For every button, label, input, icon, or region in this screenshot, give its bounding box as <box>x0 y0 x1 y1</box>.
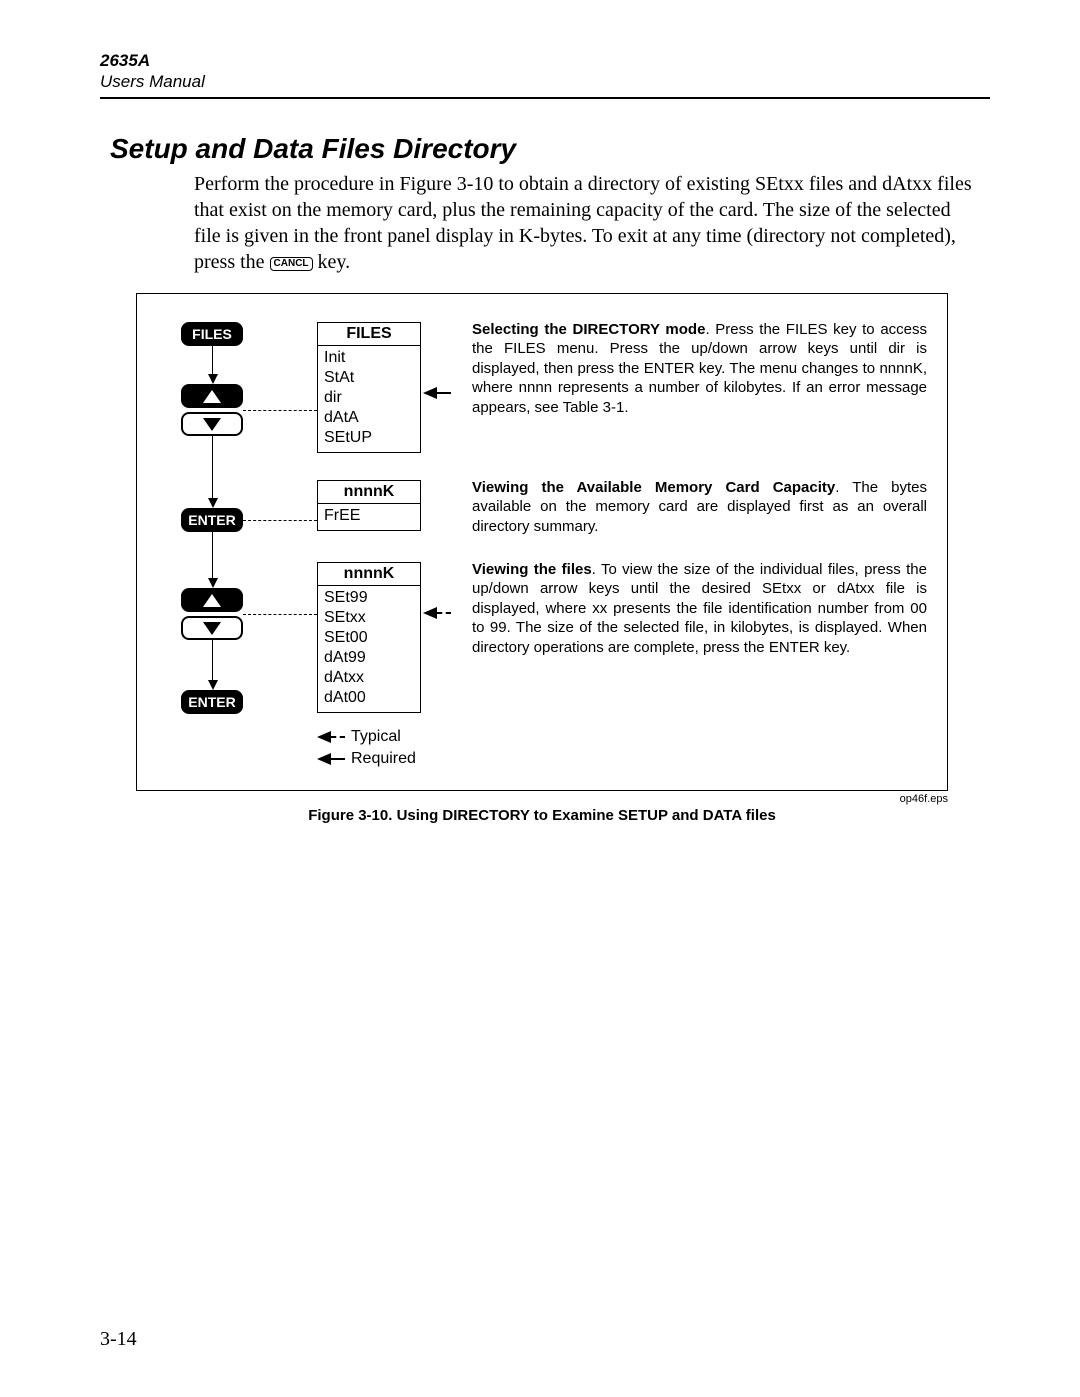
arrow-up-key <box>181 588 243 612</box>
legend-typical: Typical <box>351 728 401 746</box>
menu-item: dAtA <box>324 408 414 428</box>
figure-diagram: FILES ENTER ENTER <box>136 293 948 791</box>
arrow-down-key <box>181 616 243 640</box>
display-header: FILES <box>318 323 420 346</box>
file-item: dAt00 <box>324 688 414 708</box>
explain-lead: Viewing the Available Memory Card Capaci… <box>472 479 835 496</box>
explain-directory-mode: Selecting the DIRECTORY mode. Press the … <box>472 320 927 418</box>
arrow-down-icon <box>208 680 218 690</box>
eps-filename: op46f.eps <box>136 793 948 805</box>
file-item: dAtxx <box>324 668 414 688</box>
file-item: SEtxx <box>324 608 414 628</box>
files-key: FILES <box>181 322 243 346</box>
flow-line <box>212 532 213 578</box>
explain-capacity: Viewing the Available Memory Card Capaci… <box>472 478 927 537</box>
intro-paragraph: Perform the procedure in Figure 3-10 to … <box>194 171 982 275</box>
page-header: 2635A Users Manual <box>100 50 990 99</box>
display-free-capacity: nnnnK FrEE <box>317 480 421 531</box>
section-title: Setup and Data Files Directory <box>110 133 990 165</box>
display-header: nnnnK <box>318 563 420 586</box>
flow-line <box>212 640 213 680</box>
enter-key: ENTER <box>181 508 243 532</box>
intro-text-post: key. <box>313 251 351 273</box>
dashed-connector <box>243 614 317 615</box>
display-files-menu: FILES Init StAt dir dAtA SEtUP <box>317 322 421 453</box>
dashed-connector <box>243 410 317 411</box>
figure-caption: Figure 3-10. Using DIRECTORY to Examine … <box>136 807 948 824</box>
file-item: SEt99 <box>324 588 414 608</box>
file-item: SEt00 <box>324 628 414 648</box>
menu-item: SEtUP <box>324 428 414 448</box>
flow-line <box>212 436 213 498</box>
arrow-down-icon <box>208 374 218 384</box>
explain-lead: Viewing the files <box>472 561 592 578</box>
dashed-connector <box>243 520 317 521</box>
flow-line <box>212 346 213 374</box>
menu-item: Init <box>324 348 414 368</box>
required-arrow-icon <box>423 387 437 399</box>
arrow-up-key <box>181 384 243 408</box>
arrow-down-icon <box>208 578 218 588</box>
arrow-down-icon <box>208 498 218 508</box>
explain-viewing-files: Viewing the files. To view the size of t… <box>472 560 927 658</box>
model-number: 2635A <box>100 50 990 71</box>
explain-lead: Selecting the DIRECTORY mode <box>472 321 705 338</box>
cancl-key-icon: CANCL <box>270 257 313 271</box>
typical-arrow-icon <box>423 607 437 619</box>
menu-item: dir <box>324 388 414 408</box>
display-header: nnnnK <box>318 481 420 504</box>
display-file-list: nnnnK SEt99 SEtxx SEt00 dAt99 dAtxx dAt0… <box>317 562 421 713</box>
manual-subtitle: Users Manual <box>100 71 990 92</box>
page-number: 3-14 <box>100 1328 137 1351</box>
menu-item: StAt <box>324 368 414 388</box>
legend-required: Required <box>351 750 416 768</box>
file-item: dAt99 <box>324 648 414 668</box>
display-value: FrEE <box>324 506 414 526</box>
arrow-down-key <box>181 412 243 436</box>
enter-key: ENTER <box>181 690 243 714</box>
legend: Typical Required <box>317 726 416 770</box>
